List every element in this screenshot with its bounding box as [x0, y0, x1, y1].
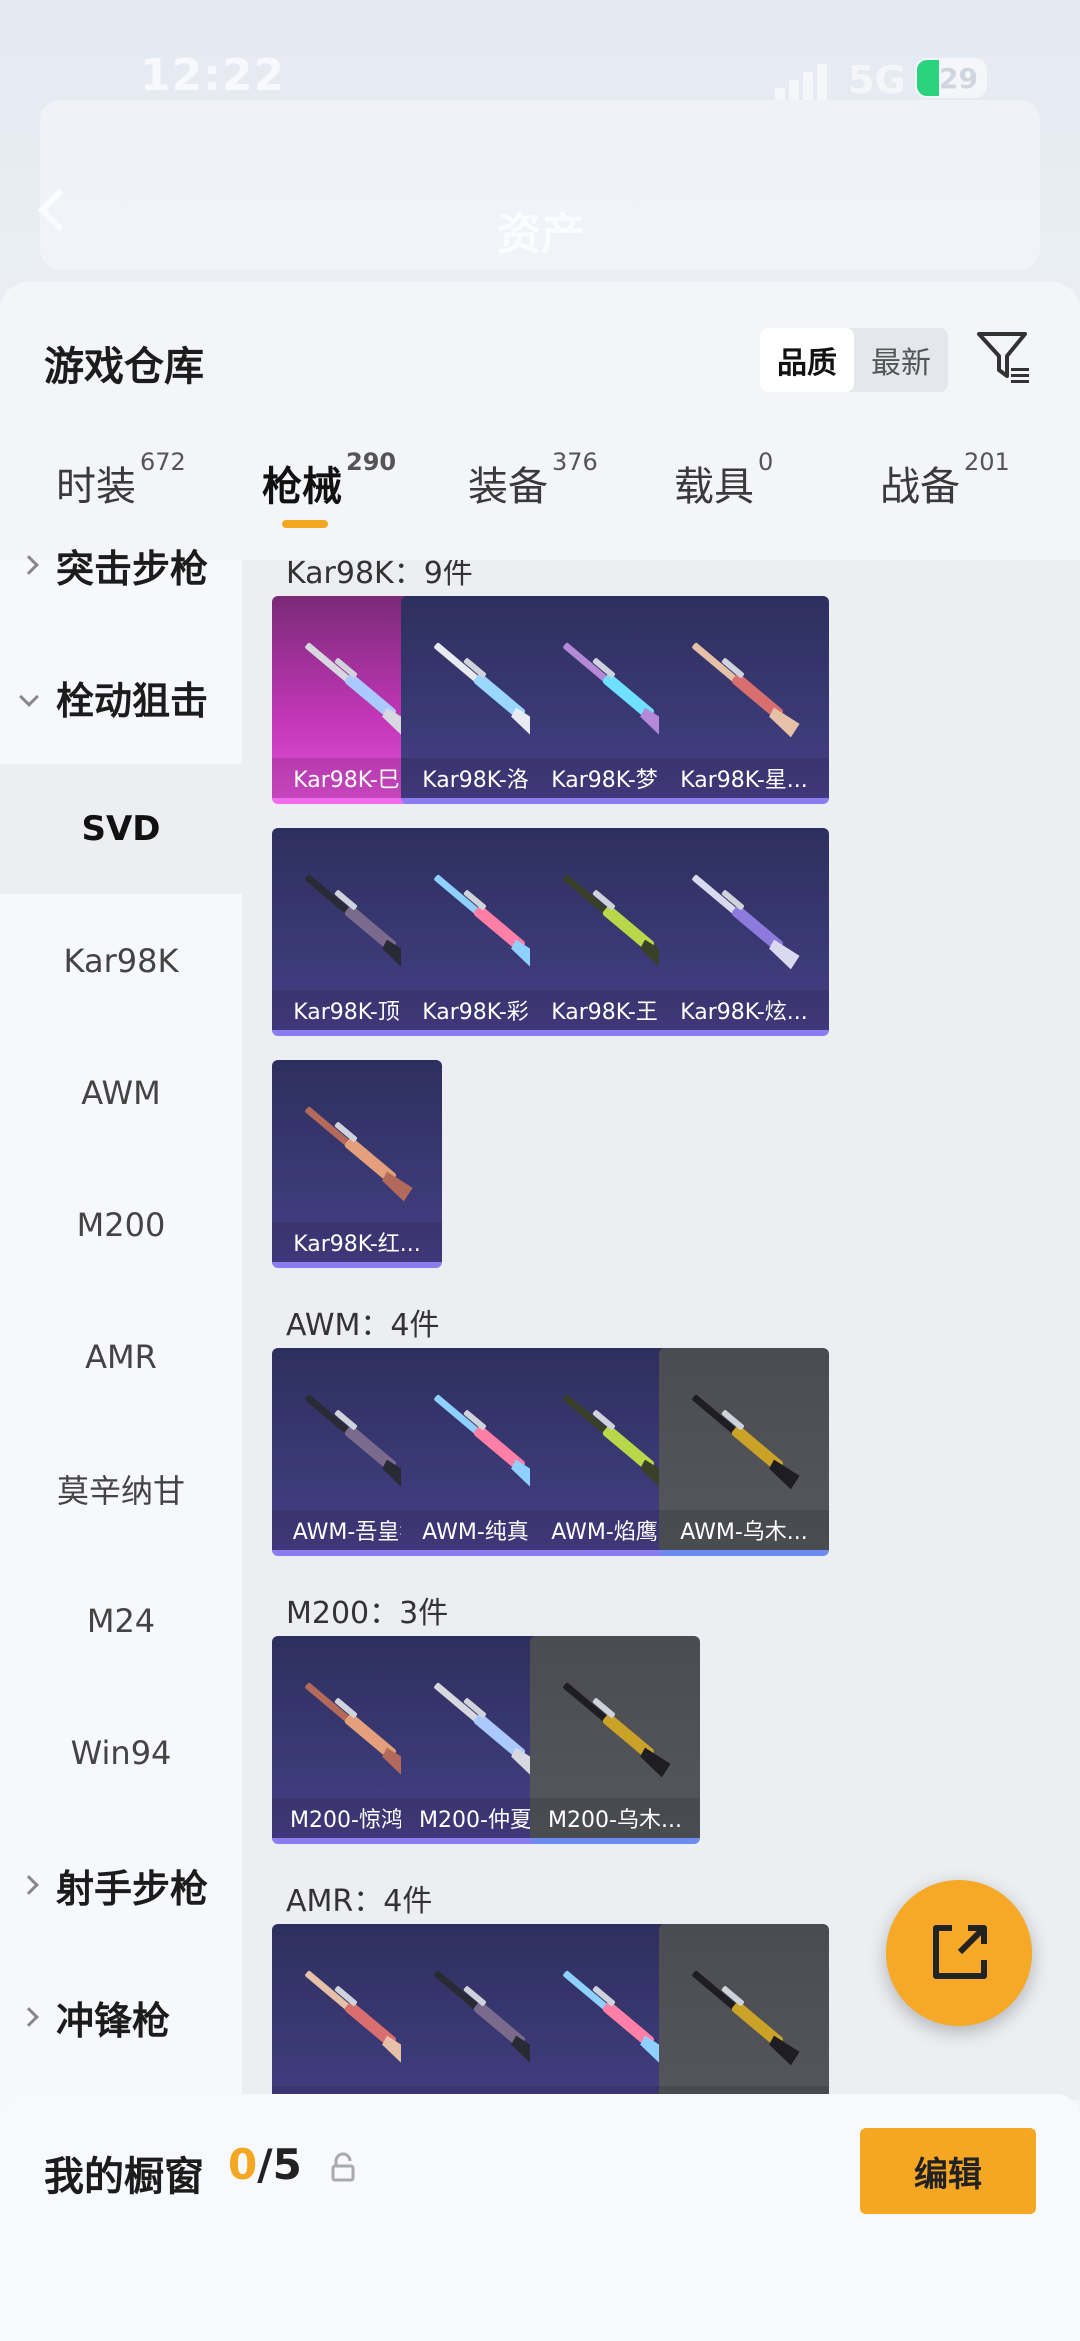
weapon-card-label: Kar98K-星...	[659, 758, 829, 798]
tab-label: 装备	[468, 464, 548, 510]
sidebar-item-label: 冲锋枪	[56, 1998, 171, 2043]
sidebar-item[interactable]: 栓动狙击	[0, 632, 242, 762]
showcase-title: 我的橱窗	[44, 2154, 204, 2200]
sidebar-item[interactable]: M200	[0, 1160, 242, 1290]
edit-button[interactable]: 编辑	[860, 2128, 1036, 2214]
status-time: 12:22	[140, 50, 286, 101]
status-bar: 12:22 5G 29	[0, 0, 1080, 110]
weapon-grid: Kar98K：9件5级Kar98K-巳...Kar98K-洛...Kar98K-…	[242, 560, 1080, 2100]
sidebar-item-label: AMR	[85, 1338, 157, 1376]
tab-weapons[interactable]: 枪械290	[262, 448, 396, 512]
tab-count: 201	[964, 448, 1010, 476]
sidebar-item[interactable]: 突击步枪	[0, 500, 242, 630]
weapon-image	[305, 1106, 413, 1202]
chevron-right-icon	[19, 555, 39, 575]
sidebar-item-label: AWM	[81, 1074, 161, 1112]
sidebar-item-label: 莫辛纳甘	[56, 1472, 185, 1510]
showcase-total: /5	[257, 2140, 302, 2189]
weapon-card[interactable]: Kar98K-星...	[659, 596, 829, 804]
section-header: M200：3件	[286, 1596, 449, 1631]
chevron-down-icon	[19, 687, 39, 707]
tab-count: 376	[552, 448, 598, 476]
weapon-card[interactable]	[659, 1924, 829, 2100]
weapon-card[interactable]: M200-乌木...	[530, 1636, 700, 1844]
sidebar-item[interactable]: SVD	[0, 764, 242, 894]
chevron-right-icon	[19, 1875, 39, 1895]
tab-count: 290	[346, 448, 397, 476]
weapon-card-label: M200-乌木...	[530, 1798, 700, 1838]
active-tab-indicator	[282, 520, 328, 528]
tab-vehicles[interactable]: 载具0	[674, 448, 773, 512]
tab-label: 战备	[880, 464, 960, 510]
sidebar-item-label: 突击步枪	[56, 546, 209, 591]
sidebar-item-label: M24	[86, 1602, 156, 1640]
weapon-sidebar: 突击步枪栓动狙击 SVD Kar98K AWM M200 AMR 莫辛纳甘 M24 Win94 射…	[0, 547, 242, 2120]
sort-newest-option[interactable]: 最新	[854, 328, 948, 392]
signal-icon	[775, 62, 835, 100]
showcase-count: 0/5	[228, 2140, 302, 2189]
weapon-image	[692, 874, 800, 970]
weapon-card[interactable]: AWM-乌木...	[659, 1348, 829, 1556]
weapon-image	[692, 642, 800, 738]
section-header: AMR：4件	[286, 1884, 433, 1919]
sidebar-item-label: M200	[76, 1206, 166, 1244]
sidebar-item-label: Win94	[70, 1734, 172, 1772]
sort-toggle: 品质 最新	[760, 328, 948, 392]
share-button[interactable]	[886, 1880, 1032, 2026]
sidebar-item[interactable]: M24	[0, 1556, 242, 1686]
weapon-image	[692, 1394, 800, 1490]
sort-quality-option[interactable]: 品质	[760, 328, 854, 392]
tab-supplies[interactable]: 战备201	[880, 448, 1010, 512]
weapon-card-label: Kar98K-炫...	[659, 990, 829, 1030]
sidebar-item-label: Kar98K	[63, 942, 179, 980]
sidebar-item[interactable]: Win94	[0, 1688, 242, 1818]
weapon-card[interactable]: Kar98K-红...	[272, 1060, 442, 1268]
battery-level: 29	[939, 62, 978, 95]
network-label: 5G	[848, 58, 906, 102]
showcase-bar: 我的橱窗 0/5 编辑	[0, 2094, 1080, 2341]
sidebar-item[interactable]: Kar98K	[0, 896, 242, 1026]
showcase-current: 0	[228, 2140, 258, 2189]
sidebar-item[interactable]: 射手步枪	[0, 1820, 242, 1950]
section-header: AWM：4件	[286, 1308, 440, 1343]
sidebar-item[interactable]: 莫辛纳甘	[0, 1424, 242, 1554]
sidebar-item-label: 射手步枪	[56, 1866, 209, 1911]
weapon-card[interactable]: Kar98K-炫...	[659, 828, 829, 1036]
tab-label: 枪械	[262, 464, 342, 510]
sidebar-item[interactable]: AWM	[0, 1028, 242, 1158]
sidebar-item-label: SVD	[81, 809, 161, 849]
tab-count: 0	[758, 448, 774, 476]
sheet-title: 游戏仓库	[44, 344, 204, 390]
chevron-right-icon	[19, 2007, 39, 2027]
lock-icon	[331, 2152, 355, 2182]
sidebar-item[interactable]: 冲锋枪	[0, 1952, 242, 2082]
weapon-card-label: Kar98K-红...	[272, 1222, 442, 1262]
tab-count: 672	[140, 448, 186, 476]
nav-title: 资产	[497, 209, 585, 260]
tab-equipment[interactable]: 装备376	[468, 448, 598, 512]
sidebar-item-label: 栓动狙击	[56, 678, 209, 723]
weapon-image	[563, 1682, 671, 1778]
tab-label: 载具	[674, 464, 754, 510]
battery-icon: 29	[915, 58, 987, 98]
sidebar-item[interactable]: AMR	[0, 1292, 242, 1422]
weapon-image	[692, 1970, 800, 2066]
section-header: Kar98K：9件	[286, 560, 473, 591]
weapon-card-label: AWM-乌木...	[659, 1510, 829, 1550]
filter-icon[interactable]	[975, 328, 1033, 386]
